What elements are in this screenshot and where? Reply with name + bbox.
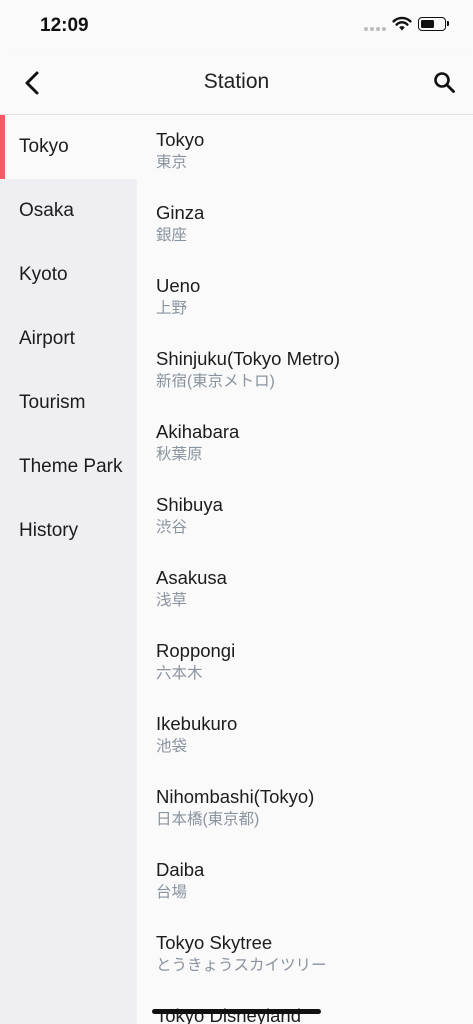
cellular-signal-icon (364, 27, 386, 31)
station-list-item[interactable]: Shibuya 渋谷 (137, 480, 473, 553)
station-list-item[interactable]: Roppongi 六本木 (137, 626, 473, 699)
station-list-item[interactable]: Tokyo Skytree とうきょうスカイツリー (137, 918, 473, 991)
station-japanese-name: 台場 (156, 884, 188, 901)
station-name: Tokyo Skytree (156, 932, 273, 953)
sidebar-item-history[interactable]: History (0, 499, 137, 563)
search-icon[interactable] (432, 70, 458, 96)
status-time: 12:09 (40, 15, 89, 36)
station-list-item[interactable]: Asakusa 浅草 (137, 553, 473, 626)
station-japanese-name: 渋谷 (156, 519, 188, 536)
station-name: Tokyo (156, 129, 205, 150)
station-japanese-name: 新宿(東京メトロ) (156, 373, 275, 390)
station-list-item[interactable]: Daiba 台場 (137, 845, 473, 918)
station-list-item[interactable]: Tokyo 東京 (137, 115, 473, 188)
page-title: Station (203, 70, 270, 93)
station-japanese-name: 秋葉原 (156, 446, 203, 463)
status-bar: 12:09 (0, 0, 473, 50)
region-sidebar: Tokyo Osaka Kyoto Airport Tourism Theme … (0, 115, 137, 1024)
sidebar-item-label: Tokyo (19, 136, 69, 157)
sidebar-item-label: Airport (19, 328, 75, 349)
sidebar-item-label: History (19, 520, 79, 541)
station-name: Ikebukuro (156, 713, 238, 734)
sidebar-item-tourism[interactable]: Tourism (0, 371, 137, 435)
station-name: Shibuya (156, 494, 223, 515)
station-list-item[interactable]: Tokyo Disneyland (137, 991, 473, 1024)
station-name: Ginza (156, 202, 205, 223)
station-japanese-name: 六本木 (156, 665, 203, 682)
station-name: Roppongi (156, 640, 236, 661)
sidebar-item-theme-park[interactable]: Theme Park (0, 435, 137, 499)
battery-icon (418, 17, 449, 31)
station-list-item[interactable]: Shinjuku(Tokyo Metro) 新宿(東京メトロ) (137, 334, 473, 407)
wifi-icon (392, 16, 412, 31)
station-name: Akihabara (156, 421, 240, 442)
station-name: Daiba (156, 859, 205, 880)
station-japanese-name: とうきょうスカイツリー (156, 957, 327, 974)
station-japanese-name: 銀座 (156, 227, 188, 244)
station-list-item[interactable]: Ikebukuro 池袋 (137, 699, 473, 772)
navigation-bar: Station (0, 50, 473, 115)
station-japanese-name: 浅草 (156, 592, 188, 609)
station-list-item[interactable]: Akihabara 秋葉原 (137, 407, 473, 480)
sidebar-item-osaka[interactable]: Osaka (0, 179, 137, 243)
station-name: Asakusa (156, 567, 227, 588)
home-indicator[interactable] (152, 1009, 321, 1014)
sidebar-item-airport[interactable]: Airport (0, 307, 137, 371)
sidebar-item-label: Tourism (19, 392, 86, 413)
sidebar-item-label: Theme Park (19, 456, 123, 477)
station-name: Ueno (156, 275, 201, 296)
sidebar-item-label: Kyoto (19, 264, 68, 285)
station-name: Tokyo Disneyland (156, 1005, 301, 1024)
station-name: Nihombashi(Tokyo) (156, 786, 315, 807)
sidebar-item-label: Osaka (19, 200, 74, 221)
station-japanese-name: 日本橋(東京都) (156, 811, 260, 828)
station-list-item[interactable]: Ginza 銀座 (137, 188, 473, 261)
station-name: Shinjuku(Tokyo Metro) (156, 348, 341, 369)
station-japanese-name: 池袋 (156, 738, 188, 755)
station-list-item[interactable]: Nihombashi(Tokyo) 日本橋(東京都) (137, 772, 473, 845)
sidebar-item-kyoto[interactable]: Kyoto (0, 243, 137, 307)
station-japanese-name: 東京 (156, 154, 188, 171)
station-list-item[interactable]: Ueno 上野 (137, 261, 473, 334)
sidebar-item-tokyo[interactable]: Tokyo (0, 115, 137, 179)
station-japanese-name: 上野 (156, 300, 188, 317)
station-list[interactable]: Tokyo 東京 Ginza 銀座 Ueno 上野 Shinjuku(Tokyo… (137, 115, 473, 1024)
